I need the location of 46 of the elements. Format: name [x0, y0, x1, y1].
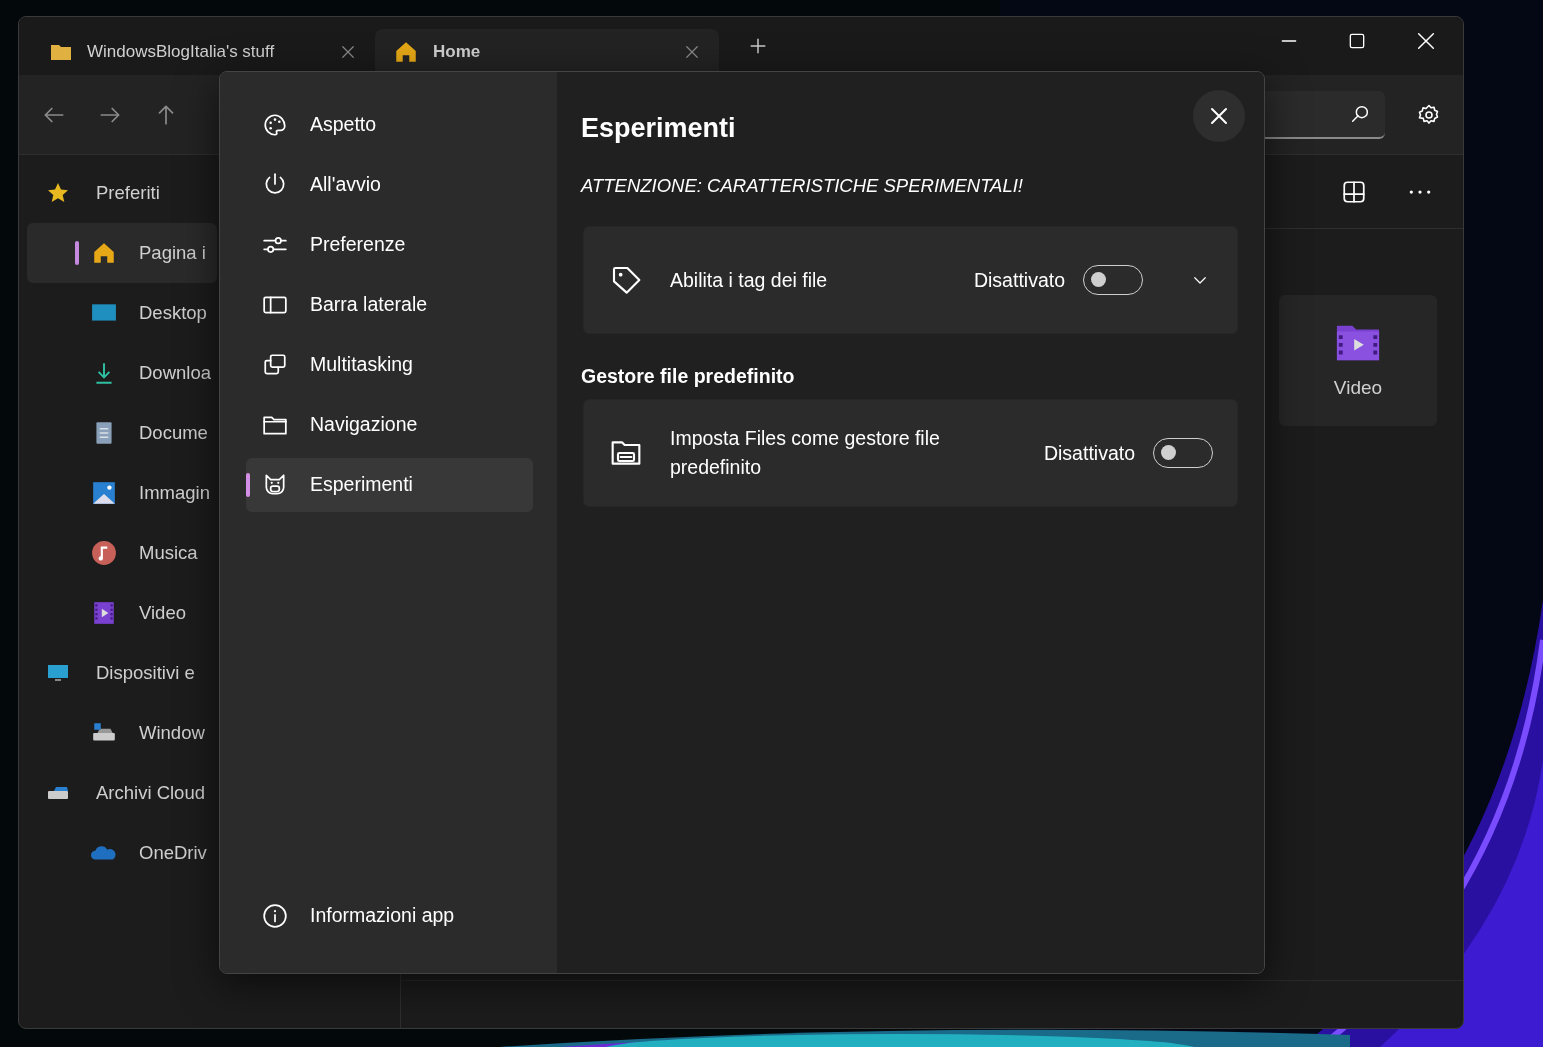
settings-nav-item[interactable]: Navigazione: [246, 398, 533, 452]
sidebar-item[interactable]: Docume: [27, 403, 217, 463]
settings-nav-item[interactable]: Esperimenti: [246, 458, 533, 512]
sidebar-item[interactable]: Archivi Cloud: [27, 763, 217, 823]
settings-nav-item[interactable]: Multitasking: [246, 338, 533, 392]
windows-stack-icon: [262, 352, 288, 378]
picture-folder-icon: [91, 480, 117, 506]
sidebar-item[interactable]: Desktop: [27, 283, 217, 343]
tab-label: WindowsBlogItalia's stuff: [87, 41, 276, 64]
setting-label: Abilita i tag dei file: [670, 267, 829, 293]
settings-nav-item[interactable]: All'avvio: [246, 158, 533, 212]
film-icon: [91, 600, 117, 626]
tag-icon: [610, 264, 642, 297]
star-icon: [46, 181, 70, 205]
settings-icon[interactable]: [1417, 102, 1441, 127]
setting-label: Imposta Files come gestore file predefinito: [670, 426, 941, 481]
sidebar-item[interactable]: Downloa: [27, 343, 217, 403]
info-icon: [262, 903, 288, 929]
sidebar-item[interactable]: Video: [27, 583, 217, 643]
sidebar-item[interactable]: Immagin: [27, 463, 217, 523]
section-heading: Gestore file predefinito: [581, 364, 796, 390]
settings-nav-item[interactable]: Informazioni app: [246, 889, 533, 943]
sidebar-item[interactable]: Musica: [27, 523, 217, 583]
maximize-icon[interactable]: [1347, 31, 1367, 51]
close-icon[interactable]: [1415, 30, 1437, 52]
sidebar-item[interactable]: Pagina i: [27, 223, 217, 283]
warning-text: ATTENZIONE: CARATTERISTICHE SPERIMENTALI!: [581, 174, 1024, 199]
sidebar-item[interactable]: Dispositivi e: [27, 643, 217, 703]
music-note-icon: [91, 540, 117, 566]
settings-nav-item[interactable]: Barra laterale: [246, 278, 533, 332]
sidebar-item[interactable]: Window: [27, 703, 217, 763]
palette-icon: [262, 112, 288, 138]
sidebar-item[interactable]: OneDriv: [27, 823, 217, 883]
tile-label: Video: [1333, 376, 1383, 401]
layout-icon[interactable]: [1341, 178, 1367, 205]
cat-face-icon: [262, 472, 288, 498]
toggle-state-label: Disattivato: [1043, 440, 1135, 466]
settings-nav-item[interactable]: Aspetto: [246, 98, 533, 152]
toggle-state-label: Disattivato: [973, 267, 1065, 293]
tab-label: Home: [433, 41, 482, 64]
close-button[interactable]: [1193, 90, 1245, 142]
folder-tile[interactable]: Video: [1279, 295, 1437, 426]
tab[interactable]: WindowsBlogItalia's stuff: [31, 29, 375, 75]
settings-nav-item[interactable]: Preferenze: [246, 218, 533, 272]
sidebar-item[interactable]: Preferiti: [27, 163, 217, 223]
dialog-title: Esperimenti: [581, 112, 736, 145]
